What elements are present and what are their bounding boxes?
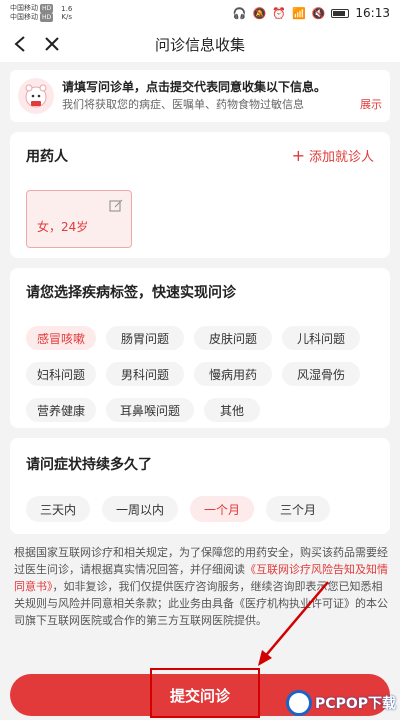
disease-tag[interactable]: 妇科问题 <box>26 362 96 386</box>
clock: 16:13 <box>355 6 390 20</box>
carrier-1: 中国移动 <box>10 4 38 12</box>
watermark-text: PCPOP下载 <box>315 696 396 712</box>
disclaimer-text: 根据国家互联网诊疗和相关规定，为了保障您的用药安全，购买该药品需要经过医生问诊，… <box>14 546 388 627</box>
network-speed: 1.6 K/s <box>61 5 73 21</box>
patient-section-title: 用药人 <box>26 149 68 165</box>
carrier-2: 中国移动 <box>10 13 38 21</box>
notice-headline: 请填写问诊单，点击提交代表同意收集以下信息。 <box>62 80 327 94</box>
patient-section: 用药人 + 添加就诊人 女，24岁 <box>10 132 390 258</box>
disease-section-title: 请您选择疾病标签，快速实现问诊 <box>26 285 236 301</box>
alarm-icon: ⏰ <box>272 6 286 20</box>
disease-tag[interactable]: 其他 <box>204 398 260 422</box>
duration-option[interactable]: 一个月 <box>190 496 255 522</box>
disease-tag[interactable]: 风湿骨伤 <box>282 362 360 386</box>
carrier-info: 中国移动 HD 中国移动 HD <box>10 4 54 22</box>
watermark: PCPOP下载 <box>286 688 396 718</box>
watermark-logo-icon <box>286 690 313 716</box>
duration-options: 三天内 一周以内 一个月 三个月 <box>26 496 331 522</box>
status-icons: 🎧 🔕 ⏰ 📶 🔇 16:13 <box>233 6 390 20</box>
consent-notice: 请填写问诊单，点击提交代表同意收集以下信息。 我们将获取您的病症、医嘱单、药物食… <box>10 70 390 122</box>
disease-tag[interactable]: 儿科问题 <box>282 326 360 350</box>
duration-section-title: 请问症状持续多久了 <box>26 457 152 473</box>
hd-badge: HD <box>40 4 54 13</box>
patient-info: 女，24岁 <box>37 220 89 234</box>
duration-section: 请问症状持续多久了 三天内 一周以内 一个月 三个月 <box>10 438 390 534</box>
battery-icon <box>331 8 350 18</box>
bell-off-icon: 🔕 <box>252 6 267 20</box>
disease-tag[interactable]: 慢病用药 <box>194 362 272 386</box>
disease-tag[interactable]: 营养健康 <box>26 398 96 422</box>
headphone-icon: 🎧 <box>232 6 247 20</box>
mascot-icon <box>18 78 54 114</box>
mute-icon: 🔇 <box>311 6 326 20</box>
disease-tag[interactable]: 皮肤问题 <box>194 326 272 350</box>
disease-tag[interactable]: 耳鼻喉问题 <box>106 398 194 422</box>
plus-icon: + <box>291 145 305 165</box>
duration-option[interactable]: 三天内 <box>26 496 91 522</box>
expand-link[interactable]: 展示 <box>360 96 382 114</box>
notice-detail: 我们将获取您的病症、医嘱单、药物食物过敏信息 <box>62 98 304 111</box>
disease-tag[interactable]: 感冒咳嗽 <box>26 326 96 350</box>
edit-icon[interactable] <box>109 199 123 213</box>
close-icon[interactable] <box>40 32 64 56</box>
wifi-icon: 📶 <box>292 6 306 20</box>
disease-tag-section: 请您选择疾病标签，快速实现问诊 感冒咳嗽 肠胃问题 皮肤问题 儿科问题 妇科问题… <box>10 268 390 428</box>
duration-option[interactable]: 一周以内 <box>102 496 179 522</box>
status-bar: 中国移动 HD 中国移动 HD 1.6 K/s 🎧 🔕 ⏰ 📶 🔇 16:13 <box>0 0 400 26</box>
nav-bar: 问诊信息收集 <box>0 26 400 62</box>
disease-tag[interactable]: 肠胃问题 <box>106 326 184 350</box>
patient-chip[interactable]: 女，24岁 <box>26 190 132 248</box>
submit-label: 提交问诊 <box>169 686 230 705</box>
disease-tag-grid: 感冒咳嗽 肠胃问题 皮肤问题 儿科问题 妇科问题 男科问题 慢病用药 风湿骨伤 … <box>26 326 376 434</box>
add-patient-button[interactable]: + 添加就诊人 <box>292 146 374 165</box>
disease-tag[interactable]: 男科问题 <box>106 362 184 386</box>
duration-option[interactable]: 三个月 <box>266 496 331 522</box>
add-patient-label: 添加就诊人 <box>308 150 374 165</box>
hd-badge: HD <box>40 13 54 22</box>
back-icon[interactable] <box>8 32 32 56</box>
